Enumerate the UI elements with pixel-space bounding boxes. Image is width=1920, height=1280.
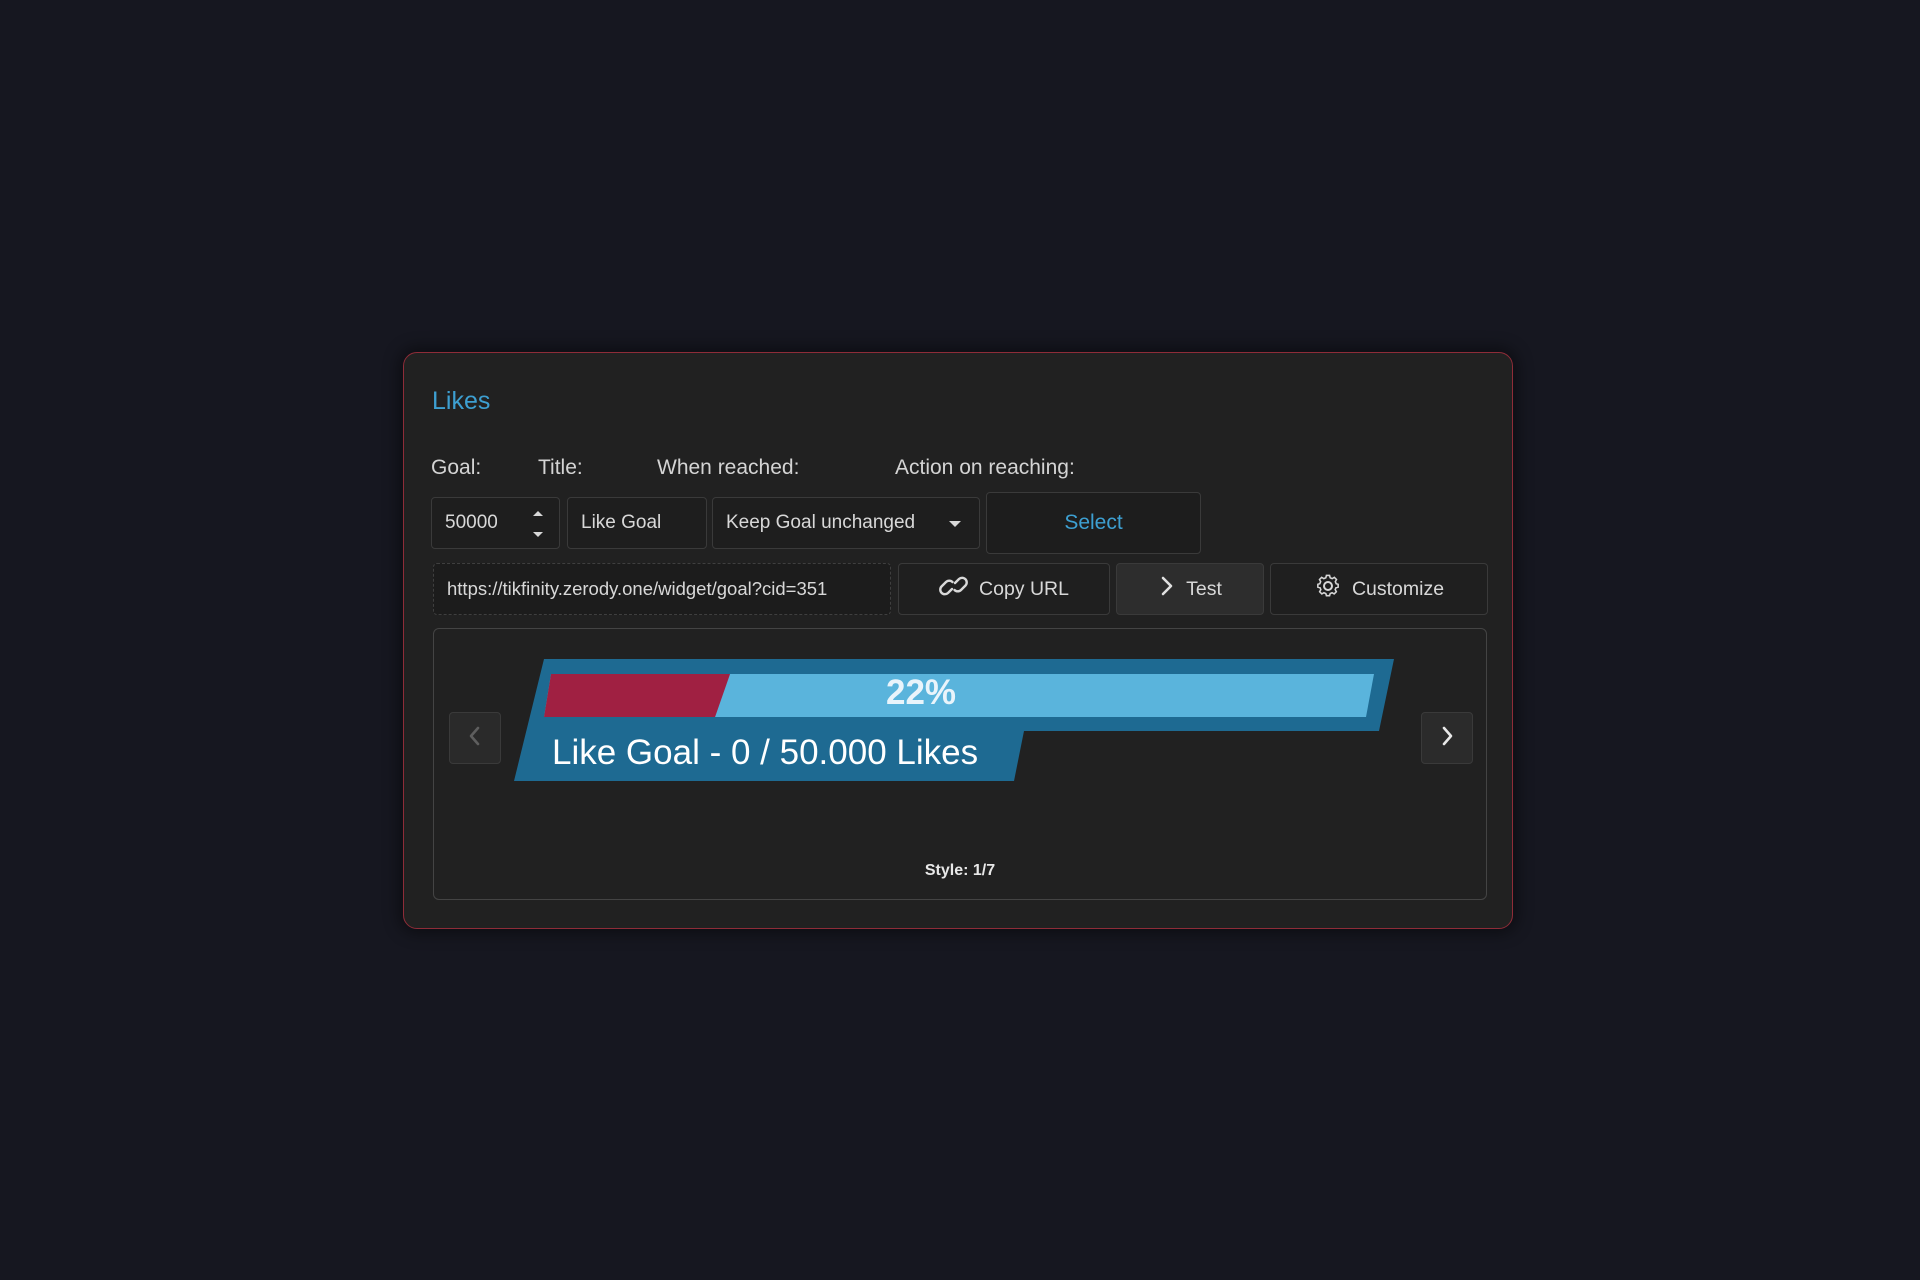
increment-arrow-icon[interactable]: [529, 504, 547, 522]
title-value: Like Goal: [581, 512, 662, 533]
goal-label: Goal:: [431, 456, 482, 479]
title-input[interactable]: Like Goal: [567, 497, 707, 549]
test-button[interactable]: Test: [1116, 563, 1264, 615]
when-reached-select[interactable]: Keep Goal unchanged: [712, 497, 980, 549]
likes-goal-card: Likes Goal: Title: When reached: Action …: [403, 352, 1513, 929]
widget-preview: 22% Like Goal - 0 / 50.000 Likes Style: …: [433, 628, 1487, 900]
goal-number-input[interactable]: 50000: [431, 497, 560, 549]
goal-value: 50000: [445, 512, 497, 533]
gear-icon: [1314, 572, 1342, 606]
widget-url-text: https://tikfinity.zerody.one/widget/goal…: [447, 578, 828, 599]
link-icon: [939, 575, 969, 603]
style-indicator: Style: 1/7: [924, 862, 996, 879]
customize-button[interactable]: Customize: [1270, 563, 1488, 615]
copy-url-button[interactable]: Copy URL: [898, 563, 1110, 615]
decrement-arrow-icon[interactable]: [529, 526, 547, 544]
next-style-button[interactable]: [1421, 712, 1473, 764]
select-action-button[interactable]: Select: [986, 492, 1201, 554]
goal-spinner: [529, 504, 547, 544]
copy-url-label: Copy URL: [979, 577, 1069, 600]
widget-progress-fill: [544, 674, 731, 717]
title-label: Title:: [538, 456, 583, 479]
test-label: Test: [1186, 577, 1222, 600]
chevron-right-icon: [1438, 725, 1456, 752]
widget-percent-text: 22%: [886, 673, 957, 712]
chevron-right-icon: [1158, 575, 1176, 603]
chevron-left-icon: [466, 725, 484, 752]
card-title: Likes: [432, 387, 491, 415]
dropdown-caret-icon: [949, 521, 961, 527]
when-reached-value: Keep Goal unchanged: [726, 512, 916, 533]
previous-style-button[interactable]: [449, 712, 501, 764]
customize-label: Customize: [1351, 577, 1445, 600]
action-on-reaching-label: Action on reaching:: [895, 456, 1075, 479]
widget-goal-text: Like Goal - 0 / 50.000 Likes: [552, 733, 979, 772]
widget-url-field[interactable]: https://tikfinity.zerody.one/widget/goal…: [433, 563, 891, 615]
goal-widget: 22% Like Goal - 0 / 50.000 Likes: [514, 659, 1394, 784]
when-reached-label: When reached:: [657, 456, 800, 479]
